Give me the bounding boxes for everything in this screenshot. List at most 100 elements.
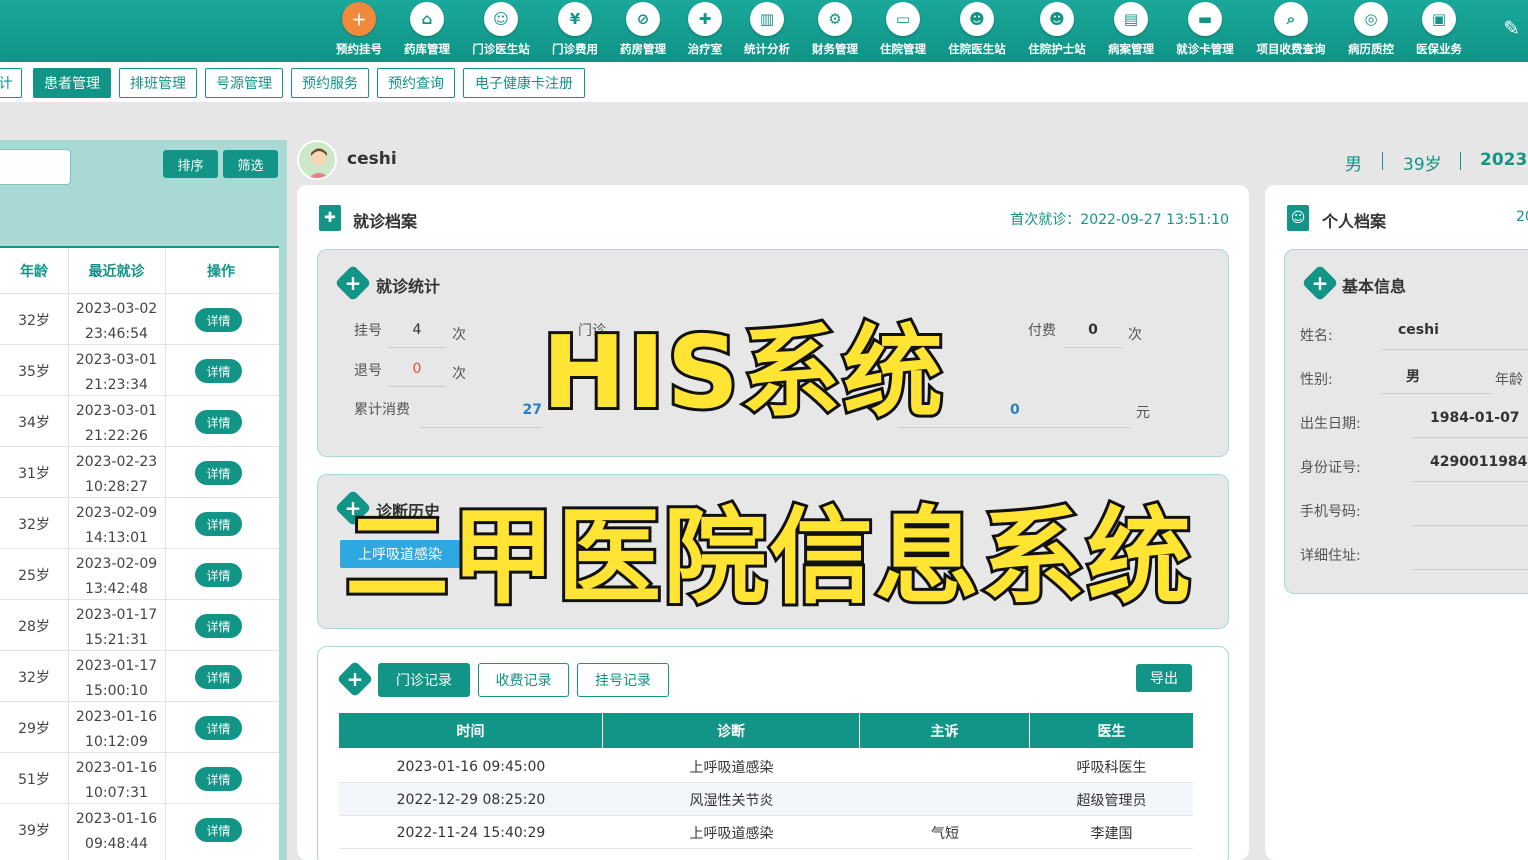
detail-button[interactable]: 详情 bbox=[195, 308, 242, 332]
detail-button[interactable]: 详情 bbox=[195, 359, 242, 383]
tab-stats-partial[interactable]: 计 bbox=[0, 68, 22, 98]
refund-label: 退号 bbox=[354, 363, 382, 379]
tab-appointment-service[interactable]: 预约服务 bbox=[291, 68, 369, 98]
personal-profile-card: ☺ 个人档案 20 基本信息 姓名: ceshi 性别: 男 年龄 出生日期: … bbox=[1265, 185, 1528, 860]
tab-health-card-register[interactable]: 电子健康卡注册 bbox=[463, 68, 585, 98]
detail-button[interactable]: 详情 bbox=[195, 665, 242, 689]
row-last-visit: 2023-03-01 21:22:26 bbox=[68, 399, 165, 449]
first-visit-time: 首次就诊：2022-09-27 13:51:10 bbox=[1010, 212, 1229, 228]
nav-item-16[interactable]: ▣ 医保业务 bbox=[1403, 2, 1475, 57]
nav-item-label: 治疗室 bbox=[687, 42, 723, 56]
row-last-visit: 2023-03-02 23:46:54 bbox=[68, 297, 165, 347]
table-row[interactable]: 2023-01-16 09:45:00 上呼吸道感染 呼吸科医生 bbox=[339, 750, 1193, 783]
profile-date: 20 bbox=[1516, 209, 1528, 225]
cell-diag: 上呼吸道感染 bbox=[689, 759, 774, 776]
nav-item-7[interactable]: ▥ 统计分析 bbox=[731, 2, 803, 57]
tab-patient-management[interactable]: 患者管理 bbox=[33, 68, 111, 98]
nav-item-label: 药房管理 bbox=[620, 42, 666, 56]
refund-value: 0 bbox=[388, 361, 446, 387]
detail-button[interactable]: 详情 bbox=[195, 767, 242, 791]
row-age: 32岁 bbox=[18, 516, 50, 533]
row-age: 34岁 bbox=[18, 414, 50, 431]
patient-age: 39岁 bbox=[1403, 155, 1442, 175]
row-last-visit: 2023-02-09 14:13:01 bbox=[68, 501, 165, 551]
plus-icon bbox=[336, 660, 374, 698]
nav-item-label: 预约挂号 bbox=[336, 42, 382, 56]
row-age: 25岁 bbox=[18, 567, 50, 584]
detail-button[interactable]: 详情 bbox=[195, 716, 242, 740]
tab-registration-records[interactable]: 挂号记录 bbox=[577, 663, 669, 697]
tab-source-management[interactable]: 号源管理 bbox=[205, 68, 283, 98]
nav-item-1[interactable]: ＋ 预约挂号 bbox=[323, 2, 395, 57]
nav-item-12[interactable]: ▤ 病案管理 bbox=[1095, 2, 1167, 57]
birth-value: 1984-01-07 bbox=[1412, 410, 1528, 438]
export-button[interactable]: 导出 bbox=[1136, 664, 1192, 692]
card-title: 就诊档案 bbox=[353, 212, 418, 231]
detail-button[interactable]: 详情 bbox=[195, 563, 242, 587]
plus-icon bbox=[1301, 264, 1339, 302]
table-row[interactable]: 2022-11-24 15:40:29 上呼吸道感染 气短 李建国 bbox=[339, 816, 1193, 849]
insurance-icon: ▣ bbox=[1422, 2, 1456, 36]
record-icon: ▤ bbox=[1114, 2, 1148, 36]
pill-icon: ⊘ bbox=[626, 2, 660, 36]
reg-value: 4 bbox=[388, 322, 446, 348]
stats-title: 就诊统计 bbox=[376, 277, 441, 296]
row-date: 2023-01-16 bbox=[75, 760, 158, 776]
row-last-visit: 2023-01-16 10:12:09 bbox=[68, 705, 165, 755]
tab-schedule-management[interactable]: 排班管理 bbox=[119, 68, 197, 98]
patient-gender: 男 bbox=[1345, 155, 1362, 175]
filter-button[interactable]: 筛选 bbox=[223, 150, 278, 178]
row-age: 39岁 bbox=[18, 822, 50, 839]
nav-item-15[interactable]: ◎ 病历质控 bbox=[1335, 2, 1407, 57]
tab-appointment-query[interactable]: 预约查询 bbox=[377, 68, 455, 98]
nav-item-11[interactable]: ☻ 住院护士站 bbox=[1021, 2, 1093, 57]
gear-money-icon: ⚙ bbox=[818, 2, 852, 36]
detail-button[interactable]: 详情 bbox=[195, 410, 242, 434]
detail-button[interactable]: 详情 bbox=[195, 461, 242, 485]
sort-button[interactable]: 排序 bbox=[163, 150, 218, 178]
nav-item-label: 药库管理 bbox=[404, 42, 450, 56]
age-label: 年龄 bbox=[1495, 372, 1523, 388]
detail-button[interactable]: 详情 bbox=[195, 614, 242, 638]
calendar-icon: ＋ bbox=[342, 2, 376, 36]
row-last-visit: 2023-01-17 15:21:31 bbox=[68, 603, 165, 653]
yuan-icon: ¥ bbox=[558, 2, 592, 36]
nav-item-label: 住院管理 bbox=[880, 42, 926, 56]
nav-item-10[interactable]: ☻ 住院医生站 bbox=[941, 2, 1013, 57]
row-age: 29岁 bbox=[18, 720, 50, 737]
nav-item-13[interactable]: ▬ 就诊卡管理 bbox=[1169, 2, 1241, 57]
pay-value: 0 bbox=[1064, 322, 1122, 348]
nav-item-label: 住院医生站 bbox=[948, 42, 1006, 56]
table-row: 28岁 2023-01-17 15:21:31 详情 bbox=[0, 599, 279, 650]
nav-item-2[interactable]: ⌂ 药库管理 bbox=[391, 2, 463, 57]
sub-tab-bar: 计 患者管理 排班管理 号源管理 预约服务 预约查询 电子健康卡注册 bbox=[0, 62, 1528, 102]
table-row[interactable]: 2022-12-29 08:25:20 风湿性关节炎 超级管理员 bbox=[339, 783, 1193, 816]
tab-charge-records[interactable]: 收费记录 bbox=[478, 663, 569, 697]
nav-item-3[interactable]: ☺ 门诊医生站 bbox=[465, 2, 537, 57]
birth-label: 出生日期: bbox=[1300, 416, 1361, 432]
table-row: 39岁 2023-01-16 09:48:44 详情 bbox=[0, 803, 279, 854]
reg-label: 挂号 bbox=[354, 323, 382, 339]
cell-doctor: 李建国 bbox=[1090, 825, 1133, 842]
col-last-visit-header[interactable]: 最近就诊 bbox=[68, 248, 165, 294]
person-file-icon: ☺ bbox=[1287, 205, 1309, 231]
edit-pencil-icon[interactable]: ✎ bbox=[1503, 16, 1520, 40]
tab-outpatient-records[interactable]: 门诊记录 bbox=[378, 663, 470, 697]
nav-item-label: 医保业务 bbox=[1416, 42, 1462, 56]
unit: 次 bbox=[452, 366, 466, 382]
detail-button[interactable]: 详情 bbox=[195, 818, 242, 842]
address-label: 详细住址: bbox=[1300, 548, 1361, 564]
row-last-visit: 2023-03-01 21:23:34 bbox=[68, 348, 165, 398]
basic-info-box: 基本信息 姓名: ceshi 性别: 男 年龄 出生日期: 1984-01-07… bbox=[1284, 249, 1528, 594]
nav-item-14[interactable]: ⌕ 项目收费查询 bbox=[1255, 2, 1327, 57]
nav-item-8[interactable]: ⚙ 财务管理 bbox=[799, 2, 871, 57]
nav-item-4[interactable]: ¥ 门诊费用 bbox=[539, 2, 611, 57]
search-input[interactable] bbox=[0, 149, 71, 185]
cell-time: 2022-11-24 15:40:29 bbox=[396, 824, 546, 841]
detail-button[interactable]: 详情 bbox=[195, 512, 242, 536]
nav-item-9[interactable]: ▭ 住院管理 bbox=[867, 2, 939, 57]
total-value: 27 bbox=[420, 402, 542, 428]
row-date: 2023-01-16 bbox=[75, 811, 158, 827]
medical-file-icon: ✚ bbox=[319, 205, 341, 231]
row-age: 28岁 bbox=[18, 618, 50, 635]
